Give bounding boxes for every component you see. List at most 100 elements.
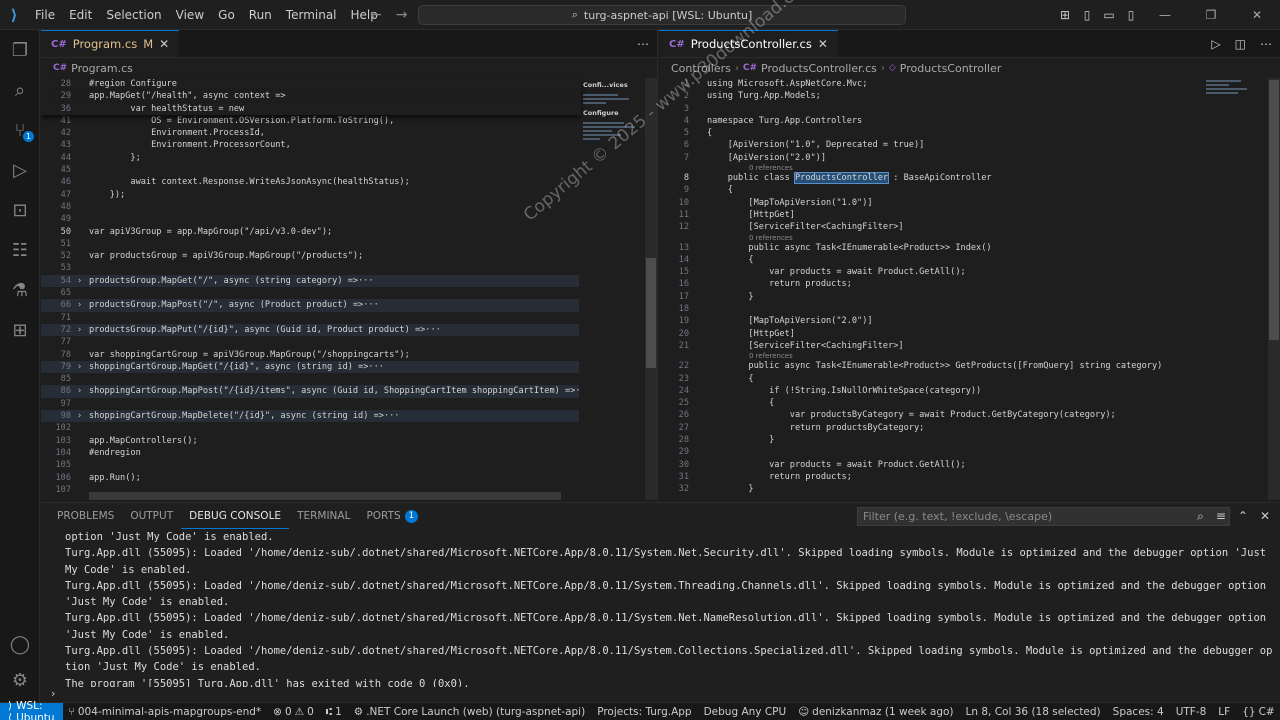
manage-gear-icon[interactable]: ⚙ (0, 660, 40, 700)
code-line[interactable]: 29 (659, 446, 1199, 458)
fold-chevron-icon[interactable]: › (77, 410, 89, 422)
gutter-space[interactable] (695, 360, 707, 372)
gutter-space[interactable] (695, 483, 707, 495)
gutter-space[interactable] (695, 152, 707, 164)
testing-icon[interactable]: ⚗ (0, 270, 40, 310)
gutter-space[interactable] (77, 472, 89, 484)
gutter-space[interactable] (695, 90, 707, 102)
code-line[interactable]: 79 › shoppingCartGroup.MapGet("/{id}", asy… (41, 360, 581, 374)
code-line[interactable]: 106 app.Run(); (41, 472, 581, 484)
code-line[interactable]: 16 return products; (659, 278, 1199, 290)
gutter-space[interactable] (695, 127, 707, 139)
code-line[interactable]: 23 { (659, 373, 1199, 385)
explorer-icon[interactable]: ❐ (0, 30, 40, 70)
remote-explorer-icon[interactable]: ⊡ (0, 190, 40, 230)
code-line[interactable]: 2 using Turg.App.Models; (659, 90, 1199, 102)
forward-arrow-icon[interactable]: → (396, 7, 408, 23)
clear-console-icon[interactable]: ≡ (1216, 509, 1226, 523)
code-line[interactable]: 4 namespace Turg.App.Controllers (659, 115, 1199, 127)
gutter-space[interactable] (695, 254, 707, 266)
more-actions-icon[interactable]: ⋯ (637, 37, 649, 51)
more-actions-icon[interactable]: ⋯ (1260, 37, 1272, 51)
code-line[interactable]: 43 Environment.ProcessorCount, (41, 139, 581, 151)
code-line[interactable]: 86 › shoppingCartGroup.MapPost("/{id}/item… (41, 385, 591, 398)
code-line[interactable]: 26 var productsByCategory = await Produc… (659, 409, 1199, 421)
code-line[interactable]: 22 public async Task<IEnumerable<Product… (659, 360, 1199, 372)
gutter-space[interactable] (695, 373, 707, 385)
gutter-space[interactable] (695, 397, 707, 409)
gutter-space[interactable] (77, 213, 89, 225)
gutter-space[interactable] (77, 90, 89, 102)
cursor-position[interactable]: Ln 8, Col 36 (18 selected) (960, 706, 1107, 718)
gutter-space[interactable] (77, 78, 89, 90)
gutter-space[interactable] (695, 278, 707, 290)
gutter-space[interactable] (77, 226, 89, 238)
tab-terminal[interactable]: Terminal (289, 503, 358, 529)
split-editor-icon[interactable]: ◫ (1235, 37, 1246, 51)
scrollbar-thumb[interactable] (1269, 80, 1279, 340)
code-line[interactable]: 15 var products = await Product.GetAll()… (659, 266, 1199, 278)
code-line[interactable]: 71 (41, 312, 581, 324)
gutter-space[interactable] (695, 471, 707, 483)
tab-debug-console[interactable]: Debug Console (181, 503, 290, 529)
code-line[interactable]: 98 › shoppingCartGroup.MapDelete("/{id}", … (41, 410, 581, 423)
code-line[interactable]: 36 var healthStatus = new (41, 102, 581, 115)
problems-indicator[interactable]: ⊗ 0 ⚠ 0 (267, 706, 320, 718)
code-line[interactable]: 13 public async Task<IEnumerable<Product… (659, 242, 1199, 254)
end-of-line[interactable]: LF (1212, 706, 1236, 718)
code-line[interactable]: 3 (659, 103, 1199, 115)
code-line[interactable]: 1 using Microsoft.AspNetCore.Mvc; (659, 78, 1199, 90)
gutter-space[interactable] (695, 422, 707, 434)
gutter-space[interactable] (695, 434, 707, 446)
gutter-space[interactable] (695, 103, 707, 115)
code-line[interactable]: 31 return products; (659, 471, 1199, 483)
gutter-space[interactable] (77, 398, 89, 410)
gutter-space[interactable] (77, 373, 89, 385)
maximize-panel-icon[interactable]: ⌃ (1238, 509, 1248, 523)
code-line[interactable]: 46 await context.Response.WriteAsJsonAsy… (41, 176, 581, 188)
remote-indicator[interactable]: ⟩⟨ WSL: Ubuntu (0, 700, 63, 720)
debug-configuration[interactable]: Debug Any CPU (698, 706, 793, 718)
gutter-space[interactable] (77, 349, 89, 361)
gutter-space[interactable] (695, 242, 707, 254)
gutter-space[interactable] (77, 238, 89, 250)
gutter-space[interactable] (77, 201, 89, 213)
gutter-space[interactable] (77, 447, 89, 459)
close-tab-icon[interactable]: ✕ (818, 37, 828, 51)
code-line[interactable]: 97 (41, 398, 581, 410)
code-line[interactable]: 42 Environment.ProcessId, (41, 127, 581, 139)
code-line[interactable]: 25 { (659, 397, 1199, 409)
minimize-icon[interactable]: — (1142, 0, 1188, 30)
code-line[interactable]: 78 var shoppingCartGroup = apiV3Group.Ma… (41, 349, 581, 361)
close-tab-icon[interactable]: ✕ (159, 37, 169, 51)
code-line[interactable]: 41 OS = Environment.OSVersion.Platform.T… (41, 115, 581, 127)
gutter-space[interactable] (695, 291, 707, 303)
gutter-space[interactable] (695, 139, 707, 151)
gutter-space[interactable] (695, 266, 707, 278)
code-line[interactable]: 7 [ApiVersion("2.0")] (659, 152, 1199, 164)
scrollbar-thumb[interactable] (646, 258, 656, 368)
codelens-references[interactable]: 0 references (659, 234, 1199, 242)
menu-file[interactable]: File (28, 0, 62, 30)
gutter-space[interactable] (695, 409, 707, 421)
code-line[interactable]: 9 { (659, 184, 1199, 196)
gutter-space[interactable] (695, 340, 707, 352)
code-line[interactable]: 6 [ApiVersion("1.0", Deprecated = true)] (659, 139, 1199, 151)
tab-products-controller[interactable]: C# ProductsController.cs ✕ (659, 30, 838, 57)
gutter-space[interactable] (77, 422, 89, 434)
breadcrumb-symbol[interactable]: ProductsController (900, 62, 1002, 75)
gutter-space[interactable] (77, 164, 89, 176)
language-mode[interactable]: {} C# (1236, 706, 1280, 718)
code-line[interactable]: 105 (41, 459, 581, 471)
breadcrumb-file[interactable]: ProductsController.cs (761, 62, 877, 75)
gutter-space[interactable] (695, 315, 707, 327)
extensions-icon[interactable]: ⊞ (0, 310, 40, 350)
close-panel-icon[interactable]: ✕ (1260, 509, 1270, 523)
code-line[interactable]: 12 [ServiceFilter<CachingFilter>] (659, 221, 1199, 233)
gutter-space[interactable] (77, 435, 89, 447)
code-line[interactable]: 11 [HttpGet] (659, 209, 1199, 221)
indentation[interactable]: Spaces: 4 (1107, 706, 1170, 718)
code-line[interactable]: 45 (41, 164, 581, 176)
code-line[interactable]: 5 { (659, 127, 1199, 139)
code-line[interactable]: 54 › productsGroup.MapGet("/", async (stri… (41, 274, 581, 288)
